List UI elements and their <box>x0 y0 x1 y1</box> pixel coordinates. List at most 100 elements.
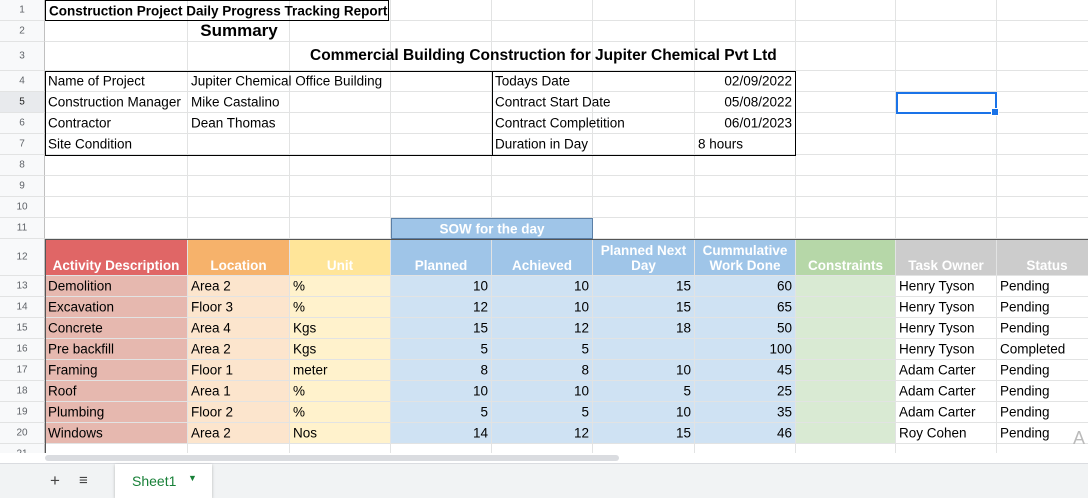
grid-cell[interactable] <box>188 155 290 176</box>
grid-cell[interactable] <box>695 0 796 21</box>
table-cell-next[interactable]: 15 <box>593 276 695 297</box>
row-header[interactable]: 14 <box>0 297 45 318</box>
table-cell-status[interactable]: Pending <box>997 381 1088 402</box>
table-cell-next[interactable]: 5 <box>593 381 695 402</box>
row-header[interactable]: 1 <box>0 0 45 21</box>
table-cell-unit[interactable]: % <box>290 402 391 423</box>
grid-cell[interactable] <box>290 21 391 42</box>
table-cell-cum[interactable]: 45 <box>695 360 796 381</box>
table-cell-constraints[interactable] <box>796 402 896 423</box>
table-cell-location[interactable]: Area 4 <box>188 318 290 339</box>
table-cell-owner[interactable]: Roy Cohen <box>896 423 997 444</box>
grid-cell[interactable] <box>492 444 593 453</box>
report-title[interactable]: Construction Project Daily Progress Trac… <box>45 0 389 21</box>
row-header[interactable]: 17 <box>0 360 45 381</box>
sheet-tab-sheet1[interactable]: Sheet1 ▼ <box>115 464 212 498</box>
table-cell-activity[interactable]: Demolition <box>45 276 188 297</box>
grid-cell[interactable] <box>290 444 391 453</box>
grid-cell[interactable] <box>997 0 1088 21</box>
grid-cell[interactable] <box>896 176 997 197</box>
table-cell-location[interactable]: Area 2 <box>188 423 290 444</box>
table-cell-activity[interactable]: Plumbing <box>45 402 188 423</box>
grid-cell[interactable] <box>492 197 593 218</box>
grid-cell[interactable] <box>188 42 290 71</box>
grid-cell[interactable] <box>593 197 695 218</box>
grid-cell[interactable] <box>593 218 695 239</box>
grid-cell[interactable] <box>997 92 1088 113</box>
grid-cell[interactable] <box>492 176 593 197</box>
caret-down-icon[interactable]: ▼ <box>188 473 197 483</box>
grid-cell[interactable] <box>997 42 1088 71</box>
table-cell-achieved[interactable]: 12 <box>492 318 593 339</box>
grid-cell[interactable] <box>896 197 997 218</box>
grid-cell[interactable] <box>695 444 796 453</box>
table-cell-planned[interactable]: 10 <box>391 276 492 297</box>
grid-cell[interactable] <box>391 21 492 42</box>
table-cell-owner[interactable]: Adam Carter <box>896 402 997 423</box>
header-achieved[interactable]: Achieved <box>492 239 593 276</box>
table-cell-cum[interactable]: 65 <box>695 297 796 318</box>
table-cell-cum[interactable]: 50 <box>695 318 796 339</box>
table-cell-unit[interactable]: % <box>290 381 391 402</box>
grid-cell[interactable] <box>45 21 188 42</box>
table-cell-constraints[interactable] <box>796 276 896 297</box>
table-cell-owner[interactable]: Henry Tyson <box>896 276 997 297</box>
grid-cell[interactable] <box>290 155 391 176</box>
table-cell-owner[interactable]: Henry Tyson <box>896 318 997 339</box>
table-cell-activity[interactable]: Concrete <box>45 318 188 339</box>
grid-cell[interactable] <box>896 134 997 155</box>
grid-cell[interactable] <box>997 218 1088 239</box>
table-cell-next[interactable]: 10 <box>593 402 695 423</box>
grid-cell[interactable] <box>695 176 796 197</box>
grid-cell[interactable] <box>188 218 290 239</box>
table-cell-achieved[interactable]: 10 <box>492 381 593 402</box>
table-cell-cum[interactable]: 35 <box>695 402 796 423</box>
table-cell-next[interactable] <box>593 339 695 360</box>
header-planned[interactable]: Planned <box>391 239 492 276</box>
table-cell-planned[interactable]: 10 <box>391 381 492 402</box>
table-cell-unit[interactable]: Nos <box>290 423 391 444</box>
summary-label[interactable]: Summary <box>188 21 290 42</box>
grid-cell[interactable] <box>290 218 391 239</box>
table-cell-constraints[interactable] <box>796 423 896 444</box>
row-header[interactable]: 9 <box>0 176 45 197</box>
table-cell-planned[interactable]: 14 <box>391 423 492 444</box>
grid-cell[interactable] <box>45 444 188 453</box>
grid-cell[interactable] <box>796 218 896 239</box>
table-cell-cum[interactable]: 100 <box>695 339 796 360</box>
row-header[interactable]: 19 <box>0 402 45 423</box>
grid-cell[interactable] <box>593 21 695 42</box>
grid-cell[interactable] <box>593 155 695 176</box>
table-cell-cum[interactable]: 46 <box>695 423 796 444</box>
row-header[interactable]: 20 <box>0 423 45 444</box>
row-header[interactable]: 3 <box>0 42 45 71</box>
table-cell-location[interactable]: Area 2 <box>188 276 290 297</box>
grid-cell[interactable] <box>593 0 695 21</box>
header-task-owner[interactable]: Task Owner <box>896 239 997 276</box>
table-cell-achieved[interactable]: 10 <box>492 276 593 297</box>
grid-cell[interactable] <box>896 0 997 21</box>
spreadsheet-grid[interactable]: 123456789101112131415161718192021Constru… <box>0 0 1088 453</box>
grid-cell[interactable] <box>45 155 188 176</box>
grid-cell[interactable] <box>593 444 695 453</box>
grid-cell[interactable] <box>796 176 896 197</box>
grid-cell[interactable] <box>796 444 896 453</box>
grid-cell[interactable] <box>695 21 796 42</box>
table-cell-activity[interactable]: Pre backfill <box>45 339 188 360</box>
table-cell-location[interactable]: Floor 1 <box>188 360 290 381</box>
grid-cell[interactable] <box>796 71 896 92</box>
grid-cell[interactable] <box>45 42 188 71</box>
table-cell-constraints[interactable] <box>796 318 896 339</box>
grid-cell[interactable] <box>997 134 1088 155</box>
table-cell-cum[interactable]: 60 <box>695 276 796 297</box>
grid-cell[interactable] <box>290 176 391 197</box>
grid-cell[interactable] <box>695 155 796 176</box>
header-cumulative[interactable]: Cummulative Work Done <box>695 239 796 276</box>
grid-cell[interactable] <box>896 444 997 453</box>
table-cell-activity[interactable]: Framing <box>45 360 188 381</box>
scrollbar-thumb[interactable] <box>45 455 619 461</box>
table-cell-next[interactable]: 15 <box>593 423 695 444</box>
table-cell-planned[interactable]: 12 <box>391 297 492 318</box>
plus-icon[interactable]: + <box>50 470 60 492</box>
project-heading[interactable]: Commercial Building Construction for Jup… <box>290 42 796 71</box>
